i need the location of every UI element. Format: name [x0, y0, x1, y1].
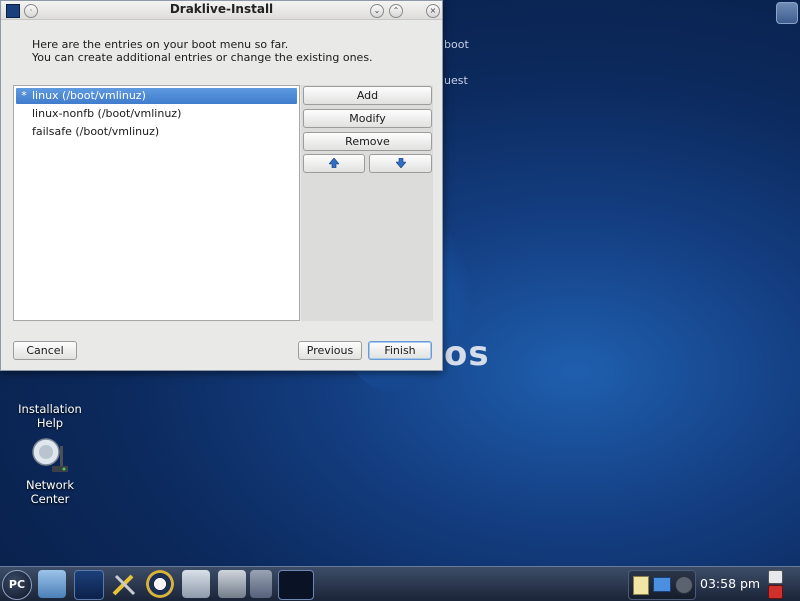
- clock[interactable]: 03:58 pm: [700, 576, 760, 591]
- network-center-icon: [30, 436, 70, 476]
- default-entry-marker: *: [21, 89, 27, 102]
- move-up-button[interactable]: [303, 154, 365, 173]
- entry-actions-panel: Add Modify Remove: [301, 85, 433, 321]
- boot-entry-row[interactable]: * linux (/boot/vmlinuz): [16, 88, 297, 104]
- update-notifier-icon[interactable]: [675, 576, 693, 594]
- boot-entry-row[interactable]: linux-nonfb (/boot/vmlinuz): [16, 106, 181, 122]
- desktop-icon[interactable]: [74, 570, 104, 600]
- boot-entry-label: linux (/boot/vmlinuz): [32, 89, 146, 102]
- arrow-up-icon: [329, 158, 339, 168]
- add-button[interactable]: Add: [303, 86, 432, 105]
- maximize-icon[interactable]: ⌃: [389, 4, 403, 18]
- dialog-button-bar: Cancel Previous Finish: [1, 321, 442, 370]
- power-icon[interactable]: [768, 585, 783, 599]
- finish-button[interactable]: Finish: [368, 341, 432, 360]
- arrow-down-icon: [395, 158, 406, 168]
- file-manager-icon[interactable]: [182, 570, 210, 598]
- boot-entries-list[interactable]: * linux (/boot/vmlinuz) linux-nonfb (/boo…: [13, 85, 300, 321]
- remove-button[interactable]: Remove: [303, 132, 432, 151]
- minimize-icon[interactable]: ⌄: [370, 4, 384, 18]
- modify-button[interactable]: Modify: [303, 109, 432, 128]
- tools-icon[interactable]: [110, 570, 138, 598]
- boot-entry-label: failsafe (/boot/vmlinuz): [32, 125, 160, 138]
- previous-button[interactable]: Previous: [298, 341, 362, 360]
- system-settings-icon[interactable]: [146, 570, 174, 598]
- cancel-button[interactable]: Cancel: [13, 341, 77, 360]
- desktop-corner-icon[interactable]: [776, 2, 798, 24]
- desktop-icon-label: Network Center: [25, 478, 75, 506]
- intro-line-2: You can create additional entries or cha…: [32, 51, 373, 64]
- wallpaper-brand-text: os: [444, 334, 490, 374]
- background-text-2: uest: [444, 74, 468, 87]
- window-titlebar[interactable]: · Draklive-Install ⌄ ⌃ ×: [1, 1, 442, 20]
- desktop-icon-label: Installation Help: [18, 402, 82, 430]
- boot-entry-label: linux-nonfb (/boot/vmlinuz): [32, 107, 182, 120]
- network-status-icon[interactable]: [653, 577, 671, 592]
- intro-text: Here are the entries on your boot menu s…: [32, 38, 373, 64]
- taskbar: PC 03:58 pm: [0, 566, 800, 601]
- move-down-button[interactable]: [369, 154, 432, 173]
- start-menu-button[interactable]: PC: [2, 570, 32, 600]
- boot-entry-row[interactable]: failsafe (/boot/vmlinuz): [16, 124, 159, 140]
- intro-line-1: Here are the entries on your boot menu s…: [32, 38, 289, 51]
- close-icon[interactable]: ×: [426, 4, 440, 18]
- background-text-1: boot: [444, 38, 469, 51]
- system-tray: [628, 570, 696, 600]
- software-install-icon[interactable]: [218, 570, 246, 598]
- draklive-install-window: · Draklive-Install ⌄ ⌃ × Here are the en…: [0, 0, 443, 371]
- workspace-switcher-icon[interactable]: [250, 570, 272, 598]
- clipboard-icon[interactable]: [633, 576, 649, 595]
- desktop-icon-network-center[interactable]: Network Center: [10, 436, 90, 506]
- taskbar-window-draklive[interactable]: [278, 570, 314, 600]
- lock-screen-icon[interactable]: [768, 570, 783, 584]
- control-center-icon[interactable]: [38, 570, 66, 598]
